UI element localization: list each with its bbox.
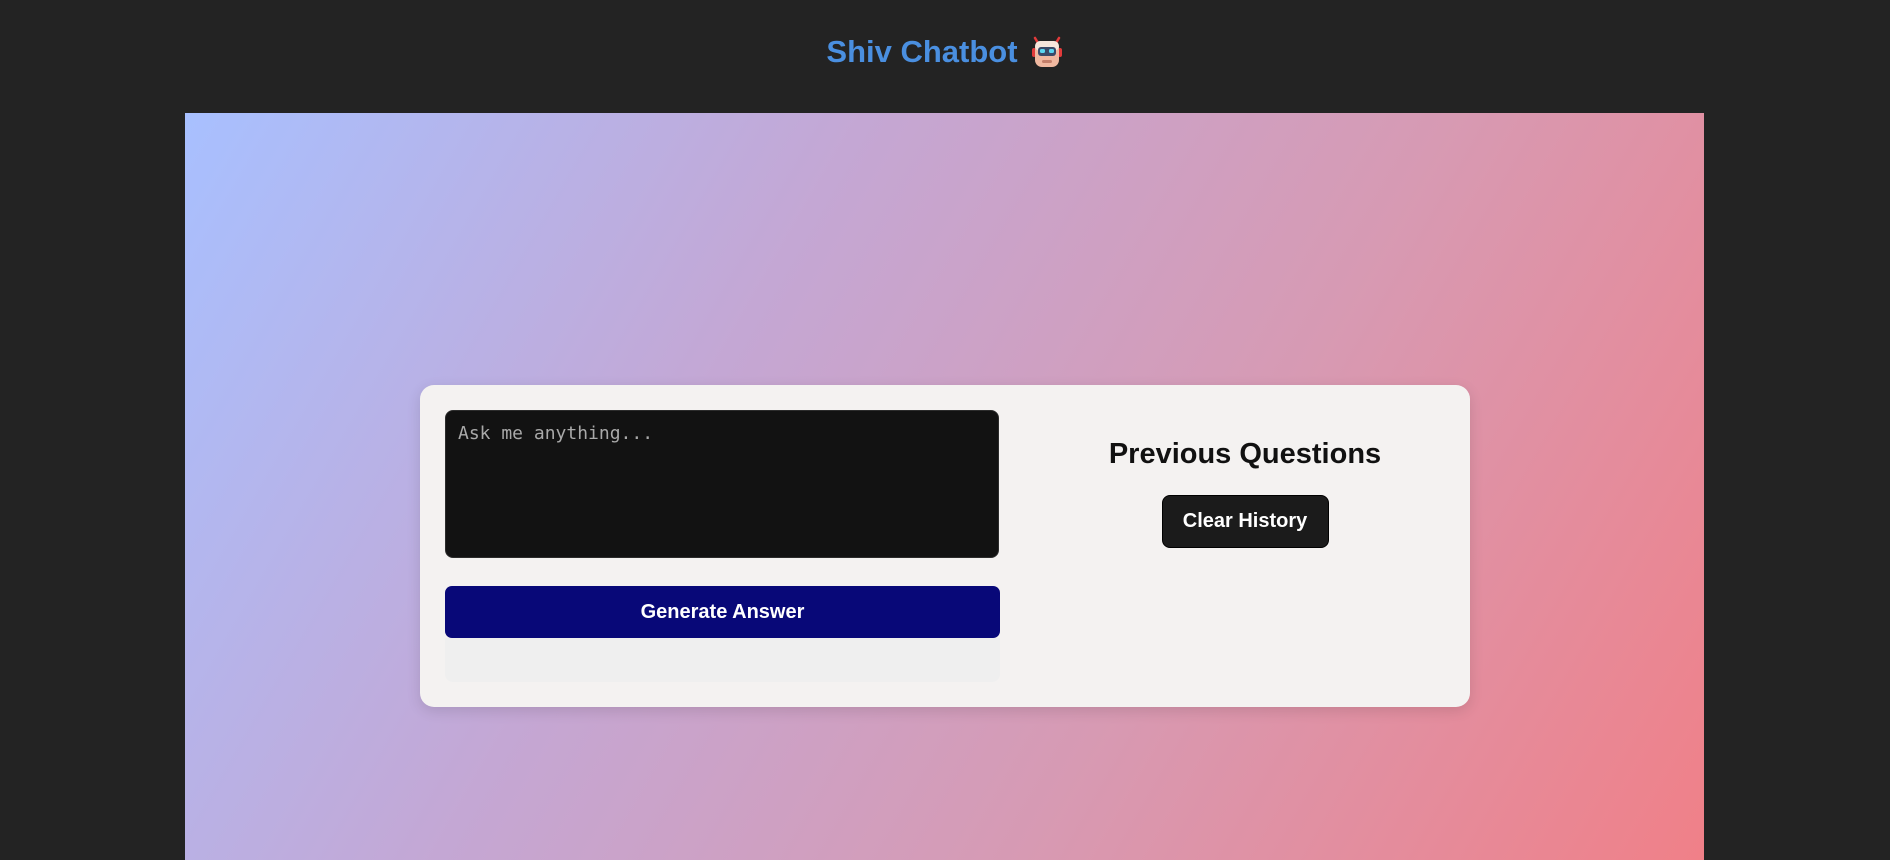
page-title: Shiv Chatbot <box>826 34 1063 70</box>
history-panel: Previous Questions Clear History <box>1020 410 1470 548</box>
gradient-background: Generate Answer Previous Questions Clear… <box>185 113 1704 860</box>
generate-answer-button[interactable]: Generate Answer <box>445 586 1000 638</box>
robot-icon <box>1030 35 1064 69</box>
app-title-text: Shiv Chatbot <box>826 33 1018 69</box>
app-header: Shiv Chatbot <box>0 0 1890 113</box>
history-heading: Previous Questions <box>1108 438 1382 470</box>
clear-history-button[interactable]: Clear History <box>1161 495 1329 548</box>
question-input[interactable] <box>445 410 999 558</box>
chat-card: Generate Answer Previous Questions Clear… <box>420 385 1470 707</box>
answer-output <box>445 638 1000 682</box>
